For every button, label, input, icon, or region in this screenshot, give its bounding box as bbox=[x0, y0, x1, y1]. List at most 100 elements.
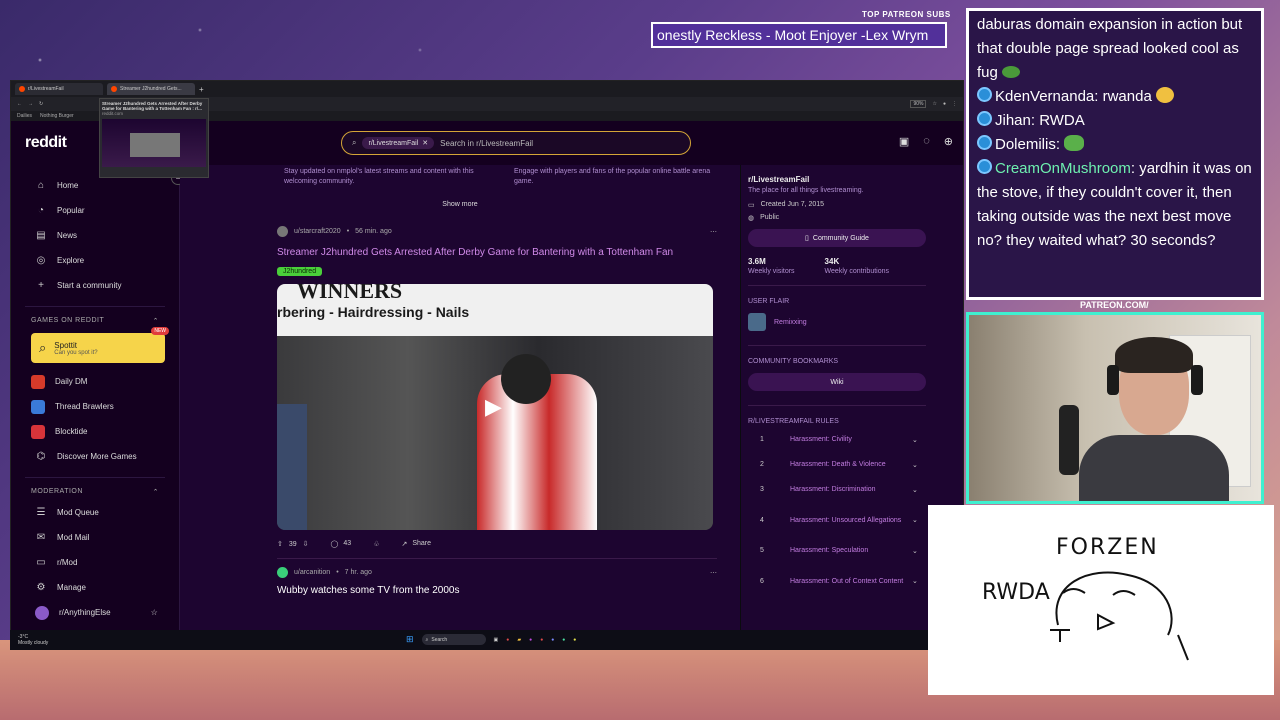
bookmark-nothing-burger[interactable]: Nothing Burger bbox=[40, 113, 74, 119]
app-icon[interactable]: ● bbox=[540, 637, 543, 643]
app-icon[interactable]: ● bbox=[562, 637, 565, 643]
reddit-favicon-icon bbox=[111, 86, 117, 92]
moderation-section-heading[interactable]: MODERATION ⌃ bbox=[11, 478, 179, 500]
promo-right[interactable]: Engage with players and fans of the popu… bbox=[514, 167, 714, 187]
app-icon[interactable]: ● bbox=[529, 637, 532, 643]
pepe-emote-icon bbox=[1002, 66, 1021, 78]
create-post-icon[interactable]: ⊕ bbox=[944, 135, 953, 148]
sidebar-r-mod[interactable]: ▭ r/Mod bbox=[11, 550, 179, 575]
bookmarks-heading: COMMUNITY BOOKMARKS bbox=[748, 358, 839, 365]
spottit-subtitle: Can you spot it? bbox=[54, 349, 98, 356]
spottit-game-card[interactable]: ⌕ Spottit Can you spot it? NEW bbox=[31, 327, 169, 363]
rule-item[interactable]: 4 Harassment: Unsourced Allegations ⌄ bbox=[748, 502, 926, 538]
search-input[interactable]: ⌕ r/LivestreamFail ✕ Search in r/Livestre… bbox=[341, 131, 691, 155]
rule-item[interactable]: 6 Harassment: Out of Context Content ⌄ bbox=[748, 563, 926, 599]
promo-left[interactable]: Stay updated on nmplol's latest streams … bbox=[284, 167, 484, 187]
upvote-icon[interactable]: ⇧ bbox=[277, 540, 283, 548]
tab-livestreamfail[interactable]: r/LivestreamFail bbox=[15, 83, 103, 95]
more-options-icon[interactable]: ⋯ bbox=[710, 569, 717, 577]
new-tab-icon[interactable]: + bbox=[199, 85, 204, 94]
sidebar-r-anythingelse[interactable]: r/AnythingElse ☆ bbox=[11, 600, 179, 625]
spottit-title: Spottit bbox=[54, 340, 77, 350]
author-avatar[interactable] bbox=[277, 226, 288, 237]
bookmark-star-icon[interactable]: ☆ bbox=[932, 101, 936, 107]
favorite-star-icon[interactable]: ☆ bbox=[151, 608, 158, 617]
sidebar-item-start-community[interactable]: + Start a community bbox=[11, 273, 179, 298]
task-view-icon[interactable]: ▣ bbox=[494, 637, 499, 643]
sidebar-manage[interactable]: ⚙ Manage bbox=[11, 575, 179, 600]
rule-item[interactable]: 5 Harassment: Speculation ⌄ bbox=[748, 538, 926, 563]
patreon-label: PATREON.COM/ bbox=[1080, 300, 1149, 310]
reddit-logo[interactable]: reddit bbox=[25, 134, 67, 152]
windows-start-icon[interactable]: ⊞ bbox=[406, 634, 414, 645]
forward-icon[interactable]: → bbox=[28, 101, 33, 107]
post-author[interactable]: u/starcraft2020 bbox=[294, 228, 341, 235]
chat-message: daburas domain expansion in action but t… bbox=[977, 16, 1243, 81]
user-flair-heading: USER FLAIR bbox=[748, 298, 790, 305]
chevron-down-icon: ⌄ bbox=[912, 436, 918, 444]
sidebar-discover-games[interactable]: ⌬ Discover More Games bbox=[11, 444, 179, 469]
discord-icon[interactable]: ● bbox=[551, 637, 554, 643]
tab-post[interactable]: Streamer J2hundred Gets... bbox=[107, 83, 195, 95]
weather-widget[interactable]: -3°C Mostly cloudy bbox=[10, 634, 48, 646]
app-icon[interactable]: ● bbox=[573, 637, 576, 643]
daily-dm-icon bbox=[31, 374, 45, 389]
award-icon[interactable]: ♧ bbox=[373, 540, 379, 548]
community-name[interactable]: r/LivestreamFail bbox=[748, 175, 926, 184]
user-flair[interactable]: Remixxing bbox=[748, 313, 926, 331]
share-button[interactable]: ↗ Share bbox=[401, 540, 431, 548]
folder-icon[interactable]: ▰ bbox=[517, 637, 521, 643]
next-post-author[interactable]: u/arcanition bbox=[294, 569, 330, 576]
sidebar-item-news[interactable]: ▤ News bbox=[11, 223, 179, 248]
reload-icon[interactable]: ↻ bbox=[39, 101, 43, 107]
flair-avatar-icon bbox=[748, 313, 766, 331]
rule-item[interactable]: 3 Harassment: Discrimination ⌄ bbox=[748, 477, 926, 502]
post-flair[interactable]: J2hundred bbox=[277, 267, 323, 276]
tab-preview-domain: reddit.com bbox=[102, 111, 124, 116]
community-guide-button[interactable]: ▯ Community Guide bbox=[748, 229, 926, 247]
author-avatar[interactable] bbox=[277, 567, 288, 578]
rule-item[interactable]: 1 Harassment: Civility ⌄ bbox=[748, 427, 926, 452]
sidebar-item-popular[interactable]: ◔ Popular bbox=[11, 198, 179, 223]
sidebar-mod-queue[interactable]: ☰ Mod Queue bbox=[11, 500, 179, 525]
zoom-level[interactable]: 90% bbox=[910, 100, 927, 108]
post-card[interactable]: u/starcraft2020 • 56 min. ago ⋯ Streamer… bbox=[277, 226, 717, 596]
post-title[interactable]: Streamer J2hundred Gets Arrested After D… bbox=[277, 245, 717, 260]
sidebar-game-daily-dm[interactable]: Daily DM bbox=[11, 369, 179, 394]
guide-icon: ▯ bbox=[805, 235, 809, 242]
extension-icon[interactable]: ● bbox=[943, 101, 946, 107]
sidebar-game-blocktide[interactable]: Blocktide bbox=[11, 419, 179, 444]
downvote-icon[interactable]: ⇩ bbox=[303, 540, 309, 548]
search-community-chip[interactable]: r/LivestreamFail ✕ bbox=[362, 137, 435, 149]
search-placeholder: Search in r/LivestreamFail bbox=[440, 138, 534, 148]
show-more-button[interactable]: Show more bbox=[180, 201, 740, 208]
thread-brawlers-icon bbox=[31, 399, 45, 414]
new-badge: NEW bbox=[151, 327, 169, 335]
play-icon[interactable]: ▶ bbox=[485, 394, 502, 420]
sidebar-mod-mail[interactable]: ✉ Mod Mail bbox=[11, 525, 179, 550]
app-icon[interactable]: ● bbox=[506, 637, 509, 643]
games-section-heading[interactable]: GAMES ON REDDIT ⌃ bbox=[11, 307, 179, 329]
more-options-icon[interactable]: ⋯ bbox=[710, 228, 717, 236]
menu-icon[interactable]: ⋮ bbox=[952, 101, 957, 107]
rules-heading: R/LIVESTREAMFAIL RULES bbox=[748, 418, 839, 425]
sidebar-game-thread-brawlers[interactable]: Thread Brawlers bbox=[11, 394, 179, 419]
magnifier-icon: ⌕ bbox=[39, 340, 47, 355]
next-post-title[interactable]: Wubby watches some TV from the 2000s bbox=[277, 585, 717, 596]
taskbar-search[interactable]: ⌕ Search bbox=[421, 634, 486, 645]
sidebar-item-explore[interactable]: ◎ Explore bbox=[11, 248, 179, 273]
community-tagline: The place for all things livestreaming. bbox=[748, 187, 864, 194]
chip-close-icon[interactable]: ✕ bbox=[422, 139, 428, 147]
streamer-shirt bbox=[1079, 435, 1229, 501]
headphones bbox=[1107, 365, 1119, 395]
comments-button[interactable]: ◯ 43 bbox=[331, 540, 352, 548]
post-video[interactable]: WINNERS rbering - Hairdressing - Nails ▶ bbox=[277, 284, 713, 530]
left-sidebar: ≡ ⌂Home ◔Popular ▤News ◎Explore +Start a… bbox=[11, 165, 185, 649]
rule-item[interactable]: 2 Harassment: Death & Violence ⌄ bbox=[748, 452, 926, 477]
ads-icon[interactable]: ▣ bbox=[899, 135, 909, 148]
bookmark-dailies[interactable]: Dailies bbox=[17, 113, 32, 119]
back-icon[interactable]: ← bbox=[17, 101, 22, 107]
main-feed: Stay updated on nmplol's latest streams … bbox=[180, 165, 740, 649]
wiki-button[interactable]: Wiki bbox=[748, 373, 926, 391]
chat-icon[interactable]: ◌ bbox=[923, 135, 930, 148]
